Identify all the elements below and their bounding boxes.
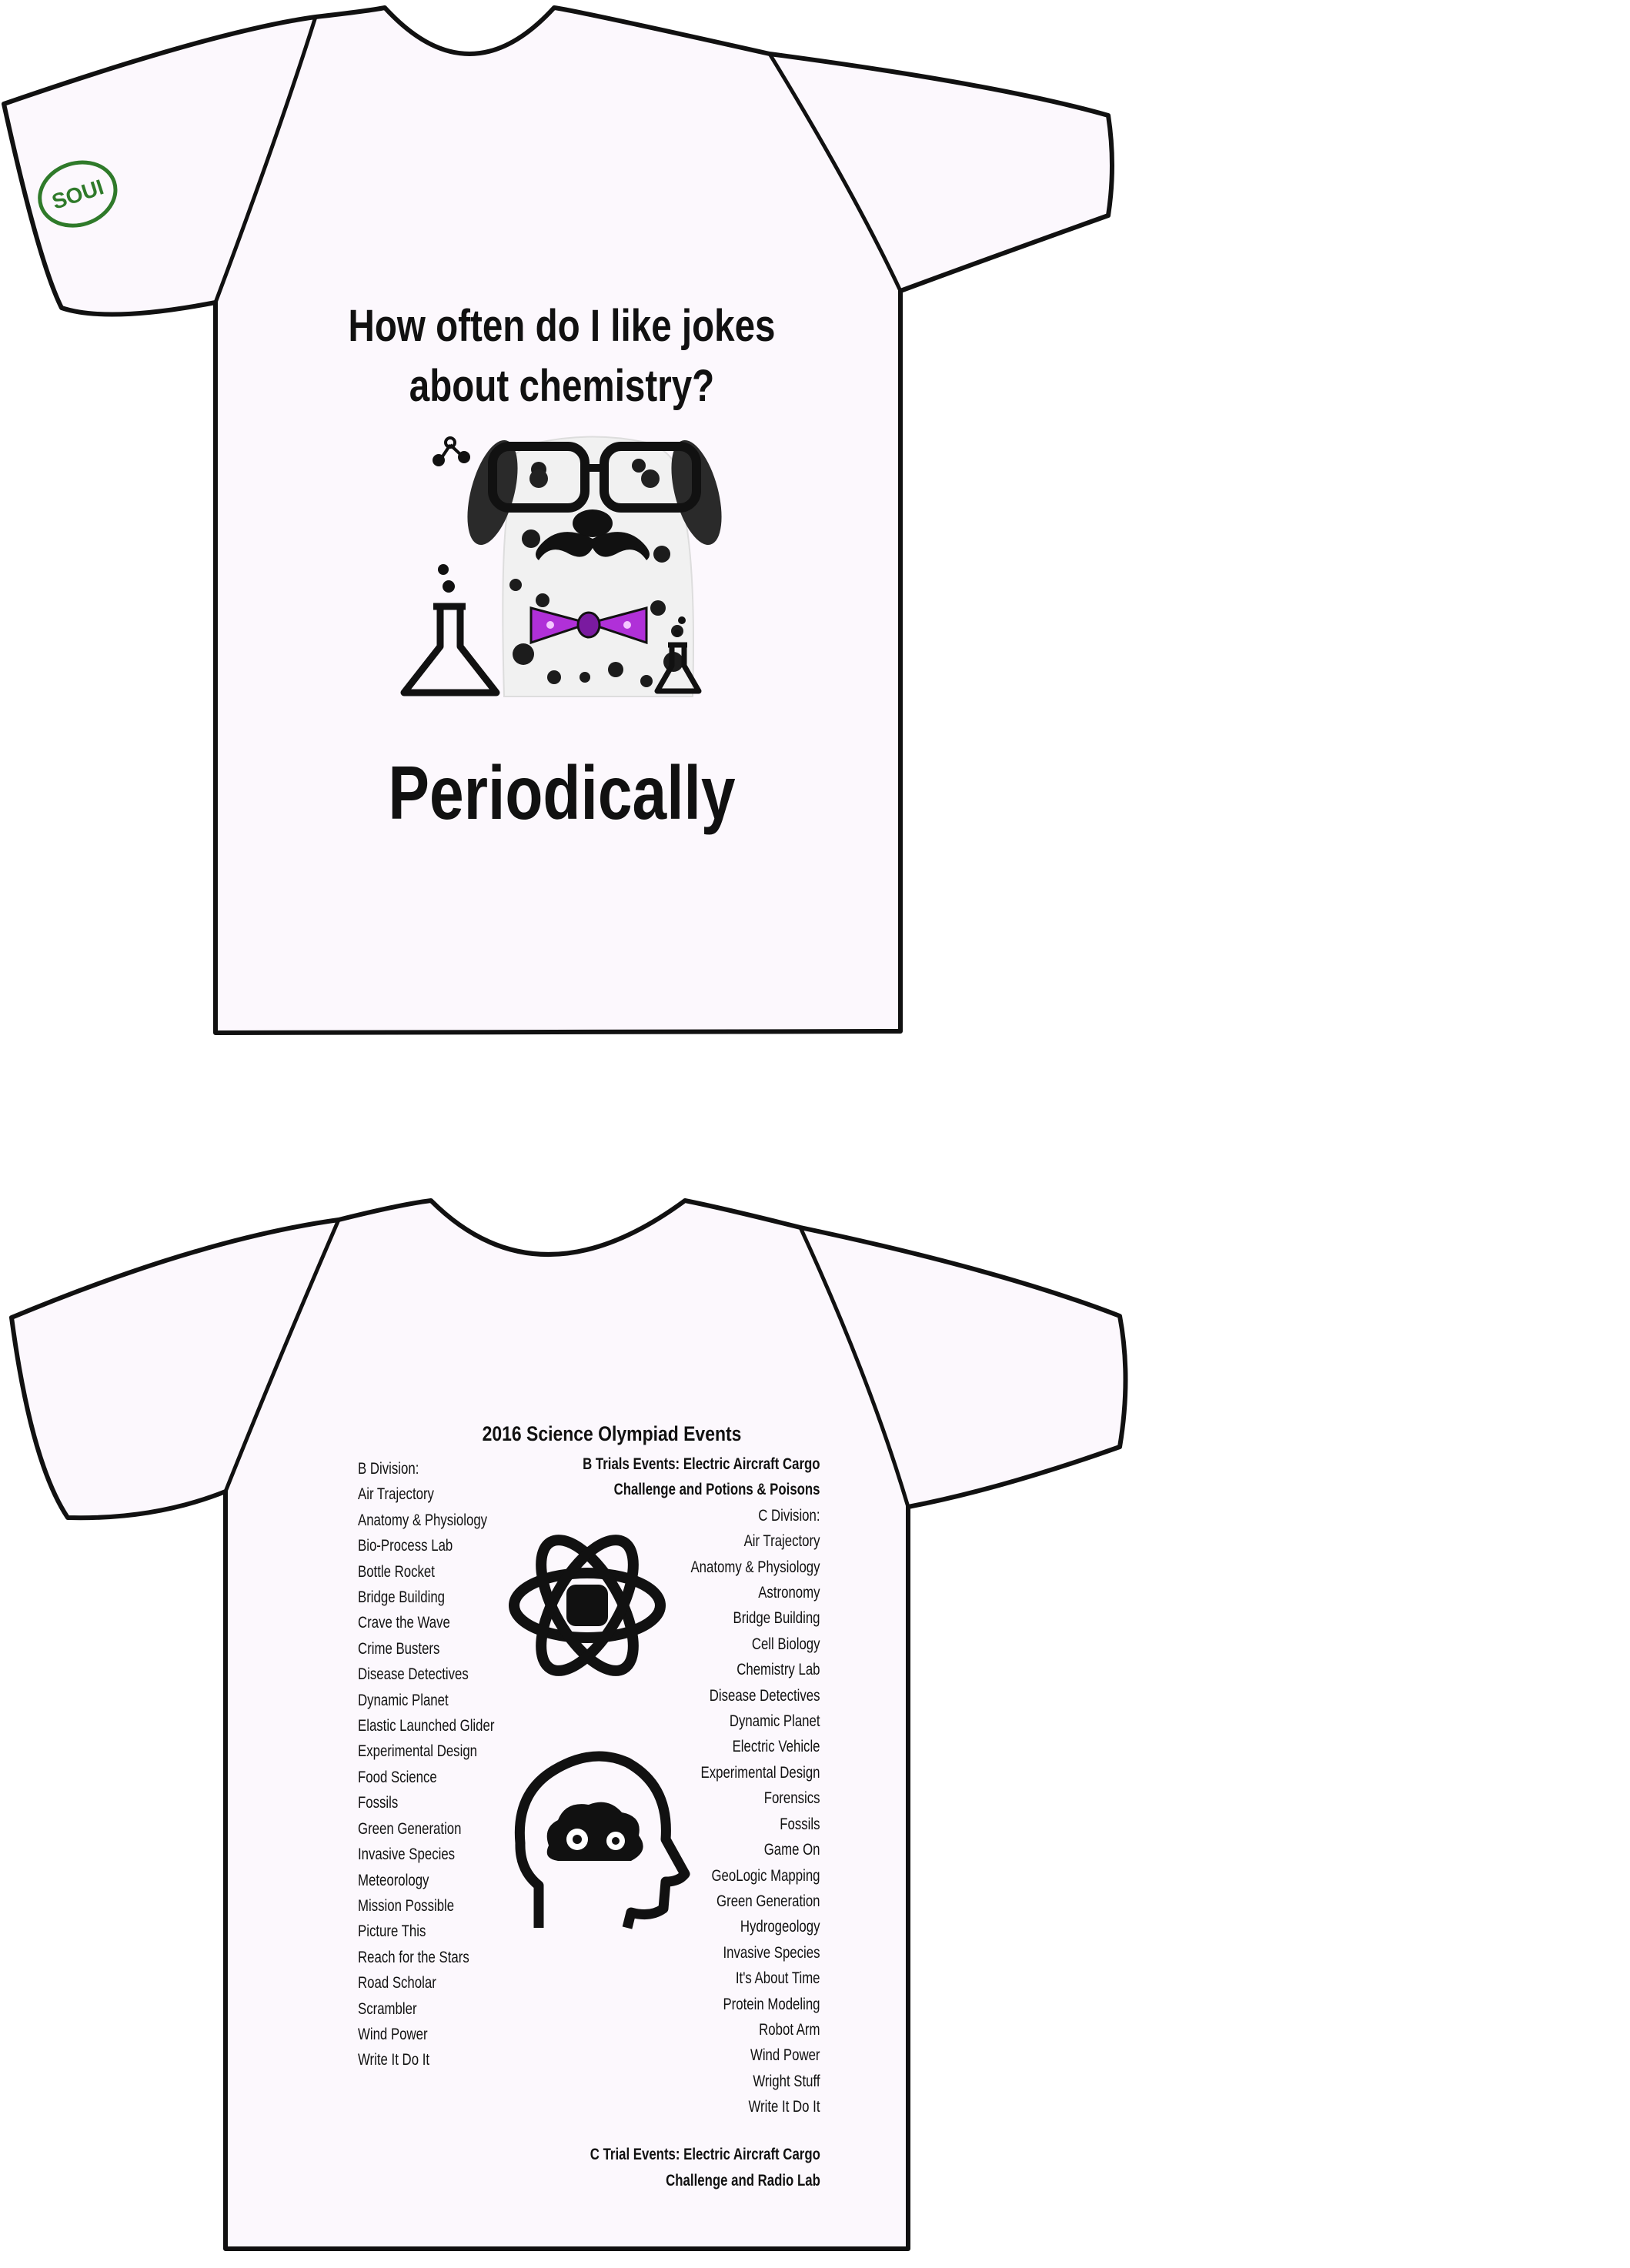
event-item: Write It Do It [748, 2098, 820, 2116]
c-division-heading: C Division: [758, 1506, 820, 1525]
b-division-list: B Division: Air Trajectory Anatomy & Physi… [358, 1456, 494, 2073]
event-item: Fossils [780, 1815, 820, 1833]
event-item: Elastic Launched Glider [358, 1717, 495, 1735]
event-item: Bridge Building [733, 1609, 820, 1628]
event-item: Robot Arm [759, 2020, 820, 2039]
event-item: Chemistry Lab [737, 1661, 820, 1679]
front-question-line1: How often do I like jokes [348, 301, 776, 351]
event-item: Disease Detectives [710, 1686, 820, 1705]
event-item: Crave the Wave [358, 1614, 450, 1632]
c-trials: C Trial Events: Electric Aircraft Cargo … [590, 2142, 820, 2194]
front-question: How often do I like jokes about chemistr… [278, 296, 846, 416]
event-item: Wright Stuff [753, 2072, 820, 2090]
event-item: Food Science [358, 1768, 437, 1786]
event-item: Green Generation [716, 1892, 820, 1910]
event-item: Astronomy [758, 1584, 820, 1602]
event-item: Fossils [358, 1794, 399, 1812]
c-trials-line2: Challenge and Radio Lab [666, 2172, 820, 2190]
event-item: Dynamic Planet [358, 1691, 449, 1709]
event-item: Mission Possible [358, 1896, 455, 1915]
event-item: Green Generation [358, 1819, 462, 1838]
event-item: Game On [764, 1841, 820, 1859]
event-item: It's About Time [736, 1969, 820, 1988]
event-item: Experimental Design [358, 1742, 478, 1761]
event-item: Bottle Rocket [358, 1562, 435, 1581]
b-trials-line2: Challenge and Potions & Poisons [614, 1481, 820, 1499]
back-shirt-outline [9, 1198, 1128, 2251]
event-item: Forensics [764, 1789, 820, 1808]
b-trials-line1: B Trials Events: Electric Aircraft Cargo [583, 1455, 820, 1473]
event-item: Invasive Species [358, 1845, 456, 1864]
event-item: Bio-Process Lab [358, 1537, 453, 1555]
event-item: Protein Modeling [723, 1995, 820, 2013]
sleeve-logo-text: SOUI [49, 175, 107, 214]
event-item: Dynamic Planet [730, 1712, 820, 1731]
front-question-line2: about chemistry? [409, 361, 715, 411]
event-item: Picture This [358, 1922, 426, 1941]
event-item: Invasive Species [723, 1943, 820, 1962]
event-item: Air Trajectory [358, 1485, 434, 1504]
c-division-list: B Trials Events: Electric Aircraft Cargo… [583, 1451, 820, 2120]
event-item: Wind Power [750, 2046, 820, 2065]
event-item: Anatomy & Physiology [690, 1558, 820, 1576]
b-division-heading: B Division: [358, 1460, 419, 1478]
event-item: Reach for the Stars [358, 1948, 469, 1966]
event-item: Disease Detectives [358, 1665, 469, 1684]
event-item: Crime Busters [358, 1639, 440, 1658]
event-item: Hydrogeology [740, 1918, 820, 1936]
event-item: Electric Vehicle [733, 1738, 820, 1756]
event-item: Meteorology [358, 1871, 429, 1889]
event-item: Write It Do It [358, 2051, 430, 2069]
event-item: GeoLogic Mapping [711, 1866, 820, 1885]
back-title: 2016 Science Olympiad Events [482, 1422, 742, 1445]
event-item: Road Scholar [358, 1974, 436, 1992]
event-item: Wind Power [358, 2025, 428, 2043]
event-item: Air Trajectory [744, 1532, 820, 1551]
front-answer: Periodically [388, 750, 736, 835]
c-trials-line1: C Trial Events: Electric Aircraft Cargo [590, 2146, 820, 2163]
bowtie-icon [529, 606, 648, 645]
event-item: Bridge Building [358, 1588, 446, 1607]
event-item: Scrambler [358, 1999, 417, 2018]
event-item: Anatomy & Physiology [358, 1511, 488, 1529]
event-item: Cell Biology [752, 1635, 820, 1653]
event-item: Experimental Design [700, 1763, 820, 1782]
